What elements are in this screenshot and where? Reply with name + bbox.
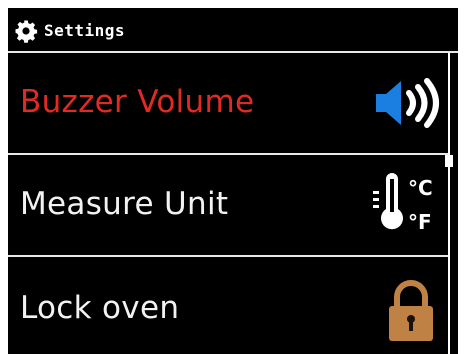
gear-icon bbox=[15, 20, 38, 43]
scrollbar-thumb[interactable] bbox=[445, 155, 453, 167]
menu-item-label: Lock oven bbox=[20, 290, 180, 326]
header-bar: Settings bbox=[8, 8, 458, 53]
settings-display: Settings Buzzer Volume Measure Unit °C °… bbox=[8, 8, 458, 354]
menu-item-measure-unit[interactable]: Measure Unit °C °F bbox=[8, 155, 448, 255]
scrollbar-track[interactable] bbox=[448, 53, 450, 354]
menu-item-buzzer-volume[interactable]: Buzzer Volume bbox=[8, 53, 448, 153]
menu-item-label: Buzzer Volume bbox=[20, 84, 255, 120]
menu-item-lock-oven[interactable]: Lock oven bbox=[8, 257, 448, 354]
menu-item-label: Measure Unit bbox=[20, 186, 229, 222]
padlock-icon bbox=[389, 280, 433, 341]
thermometer-unit-icon: °C °F bbox=[373, 173, 433, 234]
page-title: Settings bbox=[44, 21, 126, 40]
fahrenheit-symbol: °F bbox=[408, 210, 432, 234]
device-screen: Settings Buzzer Volume Measure Unit °C °… bbox=[0, 0, 466, 354]
celsius-symbol: °C bbox=[408, 176, 433, 200]
speaker-volume-icon bbox=[376, 78, 439, 128]
